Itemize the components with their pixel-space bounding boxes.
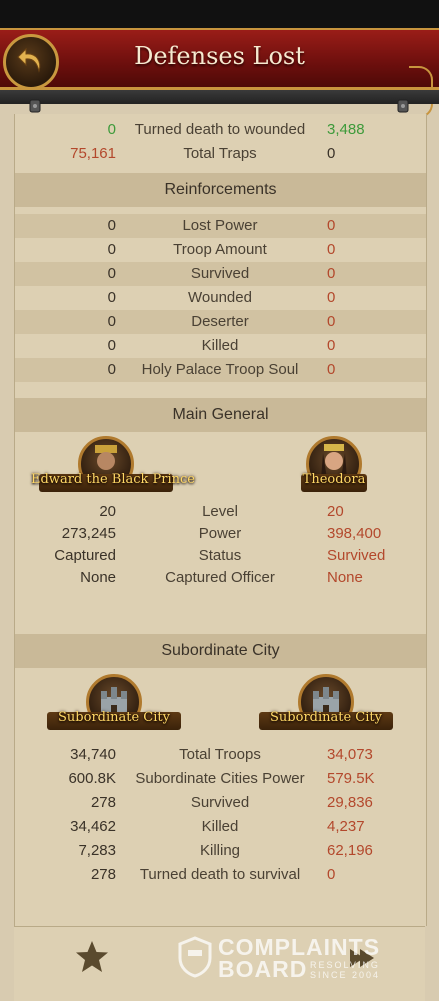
defender-value: 3,488 [327,121,365,138]
watermark-tag2: SINCE 2004 [310,970,381,980]
shield-logo-icon [178,936,212,978]
stat-row: 0 Deserter 0 [15,310,426,334]
defender-general[interactable]: Theodora [259,436,409,496]
watermark: COMPLAINTS BOARD RESOLVING SINCE 2004 [178,934,398,982]
defender-value: 0 [327,289,336,306]
defender-subordinate-city[interactable]: Subordinate City [251,674,401,734]
watermark-line2: BOARD [218,956,308,982]
defender-value: None [327,569,363,586]
city-name: Subordinate City [58,710,170,725]
stat-row: 0 Wounded 0 [15,286,426,310]
defender-value: 0 [327,145,336,162]
stat-row: 0 Holy Palace Troop Soul 0 [15,358,426,382]
defender-value: Survived [327,547,386,564]
status-bar [0,0,439,28]
stat-label: Turned death to survival [139,866,301,883]
stat-label: Wounded [188,289,252,306]
stat-row: 0 Lost Power 0 [15,214,426,238]
section-header-subordinate-city: Subordinate City [15,634,426,668]
stat-label: Captured Officer [165,569,275,586]
stat-label: Status [198,547,242,564]
stat-label: Troop Amount [173,241,267,258]
defender-value: 0 [327,337,336,354]
stat-label: Killed [201,818,239,835]
defender-value: 0 [327,217,336,234]
page-title: Defenses Lost [134,42,305,70]
watermark-tagline: RESOLVING SINCE 2004 [310,960,380,980]
stat-label: Turned death to wounded [134,121,306,138]
stat-row: 0 Troop Amount 0 [15,238,426,262]
defender-value: 0 [327,265,336,282]
stat-row: 0 Killed 0 [15,334,426,358]
stat-row: Captured Status Survived [15,544,426,568]
city-name: Subordinate City [270,710,382,725]
stat-row: 34,462 Killed 4,237 [15,815,426,839]
general-name: Edward the Black Prince [31,472,195,487]
back-arrow-icon [17,47,41,73]
defender-value: 34,073 [327,746,373,763]
stat-row: 278 Survived 29,836 [15,791,426,815]
title-bar: Defenses Lost [0,28,439,118]
stat-row: 75,161 Total Traps 0 [15,142,426,166]
defender-value: 0 [327,361,336,378]
stat-label: Power [198,525,242,542]
stat-row: None Captured Officer None [15,566,426,590]
stat-label: Survived [190,265,250,282]
stat-label: Total Traps [183,145,257,162]
stat-row: 0 Turned death to wounded 3,488 [15,118,426,142]
section-header-reinforcements: Reinforcements [15,173,426,207]
defender-value: 0 [327,241,336,258]
attacker-general[interactable]: Edward the Black Prince [31,436,195,496]
stat-label: Killing [199,842,241,859]
stat-row: 34,740 Total Troops 34,073 [15,743,426,767]
defender-value: 20 [327,503,344,520]
stat-row: 278 Turned death to survival 0 [15,863,426,887]
stat-label: Total Troops [179,746,261,763]
general-name: Theodora [302,472,366,487]
stat-label: Deserter [191,313,249,330]
stat-label: Killed [201,337,239,354]
attacker-subordinate-city[interactable]: Subordinate City [39,674,189,734]
defender-value: 398,400 [327,525,382,542]
stat-label: Holy Palace Troop Soul [141,361,299,378]
stat-label: Survived [190,794,250,811]
defender-value: 579.5K [327,770,375,787]
rivet-icon [397,99,409,113]
battle-report-panel: 0 Turned death to wounded 3,488 75,161 T… [14,114,427,926]
back-button[interactable] [3,34,59,90]
stat-label: Subordinate Cities Power [135,770,305,787]
section-header-main-general: Main General [15,398,426,432]
defender-value: 0 [327,313,336,330]
stat-row: 273,245 Power 398,400 [15,522,426,546]
rivet-icon [29,99,41,113]
header-underbar [0,90,439,104]
stat-row: 7,283 Killing 62,196 [15,839,426,863]
stat-row: 20 Level 20 [15,500,426,524]
defender-value: 0 [327,866,336,883]
watermark-tag1: RESOLVING [310,960,380,970]
defender-value: 62,196 [327,842,373,859]
stat-label: Level [202,503,238,520]
defender-value: 4,237 [327,818,365,835]
stat-row: 0 Survived 0 [15,262,426,286]
star-icon[interactable] [74,939,110,975]
defender-value: 29,836 [327,794,373,811]
stat-row: 600.8K Subordinate Cities Power 579.5K [15,767,426,791]
stat-label: Lost Power [182,217,258,234]
